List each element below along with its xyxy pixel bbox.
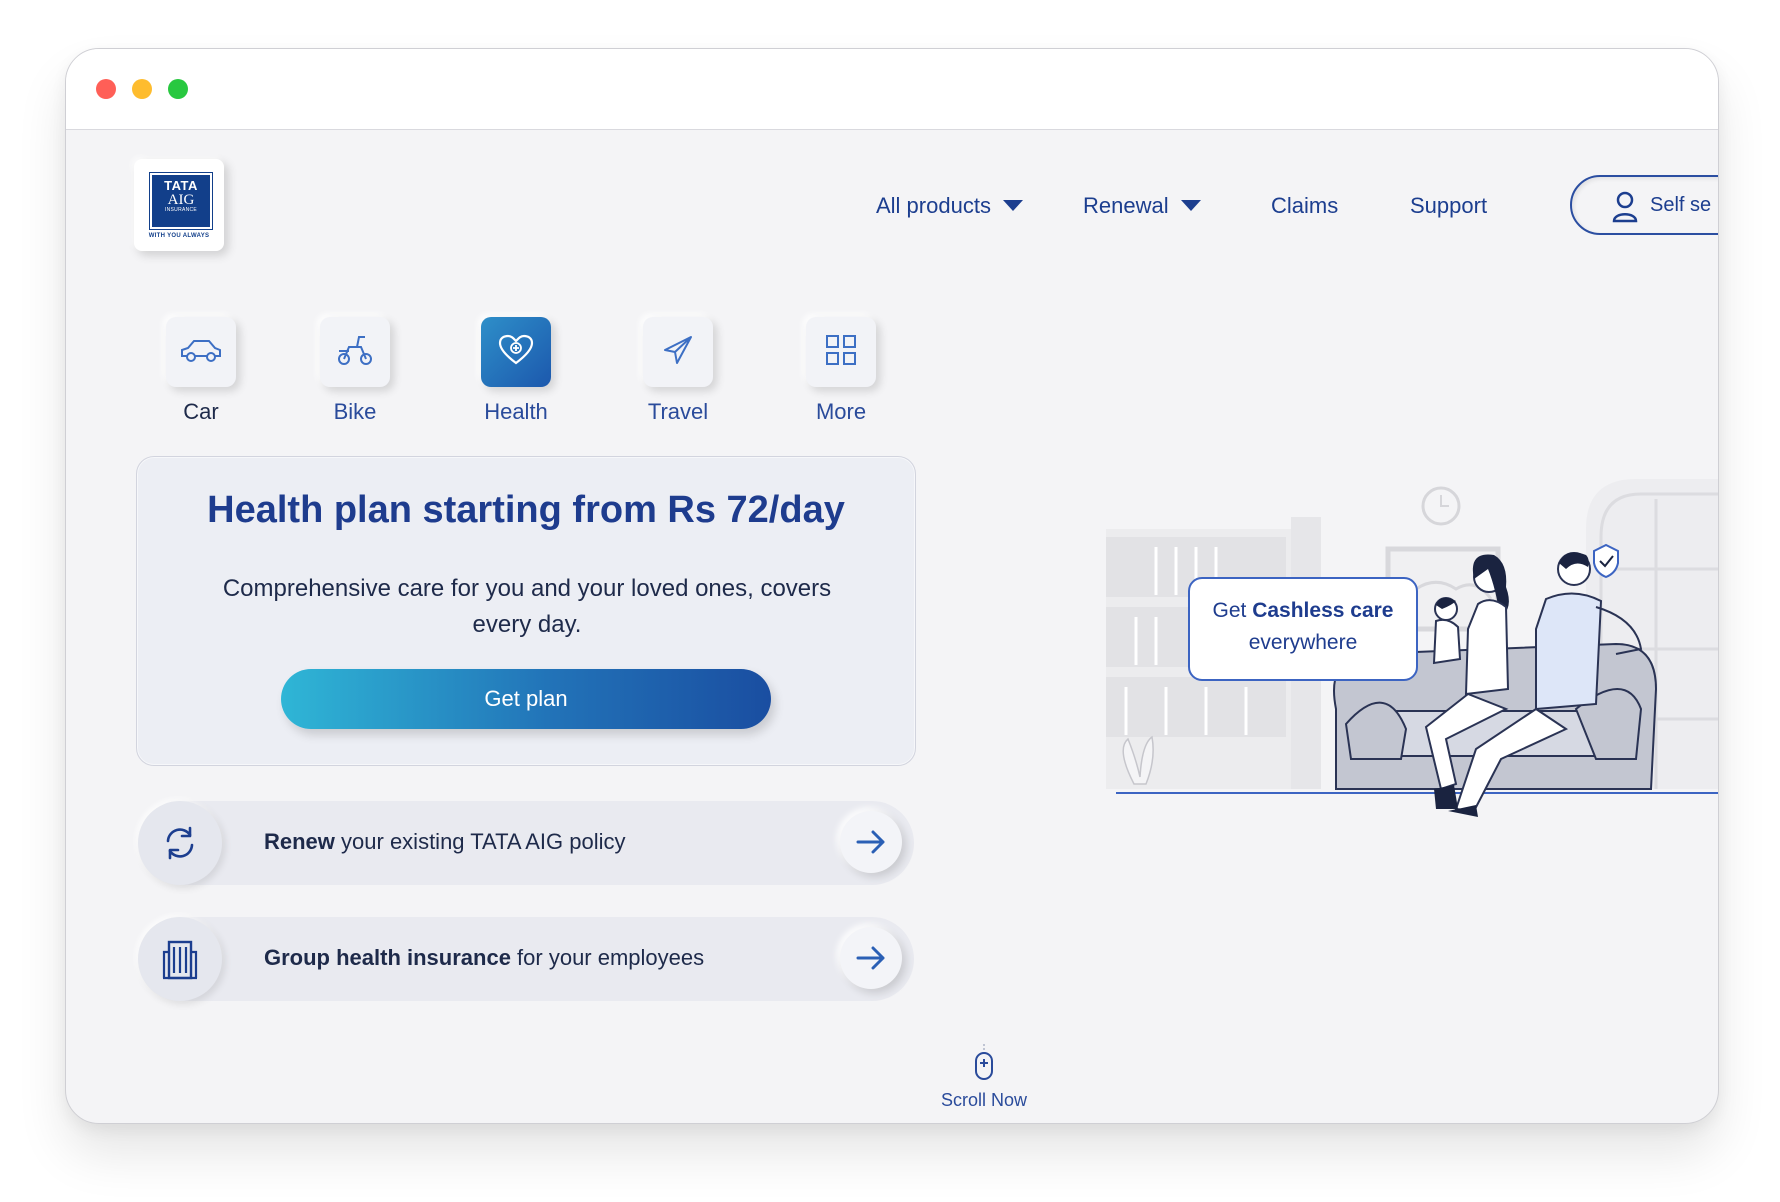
- scroll-now-label: Scroll Now: [940, 1090, 1028, 1110]
- nav-renewal[interactable]: Renewal: [1083, 191, 1201, 221]
- category-travel[interactable]: Travel: [618, 317, 738, 425]
- group-health-link[interactable]: Group health insurance for your employee…: [138, 917, 914, 1001]
- logo-mark: TATA AIG INSURANCE: [149, 172, 213, 230]
- browser-window: TATA AIG INSURANCE WITH YOU ALWAYS All p…: [65, 48, 1719, 1124]
- nav-support[interactable]: Support: [1410, 191, 1487, 221]
- cashless-care-bubble: Get Cashless care everywhere: [1188, 577, 1418, 681]
- family-illustration: [1096, 459, 1718, 919]
- car-icon: [179, 336, 223, 368]
- nav-all-products[interactable]: All products: [876, 191, 1023, 221]
- category-more[interactable]: More: [781, 317, 901, 425]
- minimize-window-button[interactable]: [132, 79, 152, 99]
- plane-icon: [661, 333, 695, 371]
- category-tile: [320, 317, 390, 387]
- bubble-bold: Cashless care: [1252, 599, 1394, 622]
- window-titlebar: [66, 49, 1718, 130]
- renew-rest: your existing TATA AIG policy: [334, 829, 626, 854]
- renew-icon: [138, 801, 222, 885]
- category-bike[interactable]: Bike: [295, 317, 415, 425]
- get-plan-button[interactable]: Get plan: [281, 669, 771, 729]
- nav-all-products-label: All products: [876, 193, 991, 218]
- self-service-button[interactable]: Self se: [1570, 175, 1718, 235]
- grid-icon: [825, 334, 857, 370]
- category-tile: [643, 317, 713, 387]
- logo-line-1: TATA: [164, 178, 198, 193]
- category-label: Bike: [333, 399, 377, 424]
- scroll-now-indicator[interactable]: Scroll Now: [914, 1044, 1054, 1111]
- arrow-right-icon[interactable]: [840, 927, 902, 989]
- logo-line-2: AIG: [167, 192, 195, 208]
- category-tile-active: [481, 317, 551, 387]
- hero-title: Health plan starting from Rs 72/day: [207, 489, 845, 531]
- maximize-window-button[interactable]: [168, 79, 188, 99]
- group-health-text: Group health insurance for your employee…: [264, 945, 704, 971]
- self-service-label: Self se: [1650, 194, 1712, 216]
- group-health-rest: for your employees: [510, 945, 705, 970]
- arrow-right-icon[interactable]: [840, 811, 902, 873]
- category-car[interactable]: Car: [141, 317, 261, 425]
- nav-claims[interactable]: Claims: [1271, 191, 1338, 221]
- nav-renewal-label: Renewal: [1083, 193, 1169, 218]
- category-tile: [806, 317, 876, 387]
- bubble-prefix: Get: [1212, 599, 1253, 622]
- group-health-bold: Group health insurance: [264, 945, 511, 970]
- category-label: Health: [484, 399, 548, 424]
- renew-policy-text: Renew your existing TATA AIG policy: [264, 829, 626, 855]
- category-tile: [166, 317, 236, 387]
- logo-line-3: INSURANCE: [164, 207, 198, 213]
- hero-card: Health plan starting from Rs 72/day Comp…: [136, 456, 916, 766]
- tata-aig-logo[interactable]: TATA AIG INSURANCE WITH YOU ALWAYS: [134, 159, 224, 251]
- close-window-button[interactable]: [96, 79, 116, 99]
- renew-policy-link[interactable]: Renew your existing TATA AIG policy: [138, 801, 914, 885]
- logo-tagline: WITH YOU ALWAYS: [148, 233, 210, 239]
- category-label: Car: [183, 399, 219, 424]
- hero-subtitle: Comprehensive care for you and your love…: [222, 575, 832, 638]
- category-label: More: [815, 399, 867, 424]
- renew-bold: Renew: [264, 829, 335, 854]
- heart-icon: [498, 334, 534, 370]
- user-icon: [1612, 191, 1638, 227]
- building-icon: [138, 917, 222, 1001]
- category-label: Travel: [647, 399, 709, 424]
- chevron-down-icon: [1180, 199, 1201, 211]
- bubble-suffix: everywhere: [1248, 631, 1358, 654]
- bike-icon: [335, 333, 375, 371]
- chevron-down-icon: [1002, 199, 1023, 211]
- category-health[interactable]: Health: [456, 317, 576, 425]
- mouse-icon: [973, 1044, 995, 1086]
